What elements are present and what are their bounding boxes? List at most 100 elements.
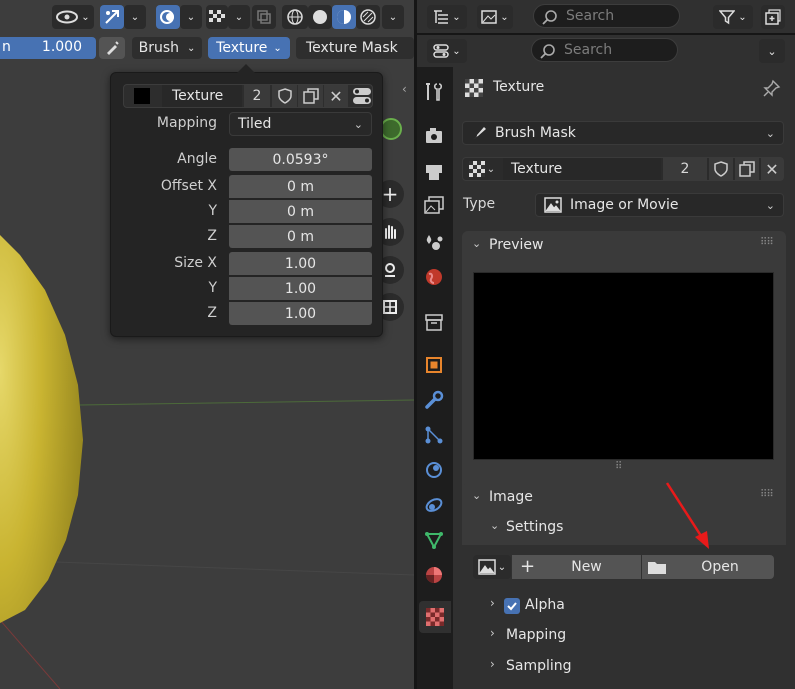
outliner-search-input[interactable]: Search: [533, 4, 680, 28]
tab-view-layer[interactable]: [423, 195, 445, 217]
offset-y-field[interactable]: 0 m: [229, 200, 372, 223]
chevron-down-icon: ⌄: [472, 489, 482, 502]
texture-mask-menu[interactable]: Texture Mask: [296, 37, 414, 59]
display-mode-dropdown[interactable]: ⌄: [477, 5, 513, 29]
editor-type-dropdown[interactable]: ⌄: [427, 5, 467, 29]
popover-texture-name[interactable]: Texture: [162, 85, 242, 107]
tab-data[interactable]: [423, 529, 445, 551]
popover-user-count[interactable]: 2: [244, 85, 270, 107]
alpha-subpanel-header[interactable]: › Alpha: [462, 593, 786, 619]
alpha-checkbox[interactable]: [504, 598, 520, 614]
chevron-right-icon: ›: [490, 626, 495, 640]
texture-user-count[interactable]: 2: [663, 158, 707, 180]
chevron-down-icon: ⌄: [81, 11, 90, 23]
browse-toggle-button[interactable]: [350, 85, 374, 107]
popover-mapping-label: Mapping: [156, 115, 217, 131]
tab-tool[interactable]: [423, 81, 445, 103]
wireframe-sphere-icon: [286, 8, 304, 26]
shading-material[interactable]: [332, 5, 356, 29]
visibility-dropdown[interactable]: ⌄: [52, 5, 94, 29]
new-image-button[interactable]: + New: [512, 555, 641, 579]
viewport[interactable]: ⌄ ⌄ ⌄ ⌄ ⌄ n 1.000 Brush ⌄ Texture ⌄ Text…: [0, 0, 414, 689]
pin-icon[interactable]: [763, 79, 781, 97]
properties-scrollbar[interactable]: [787, 67, 795, 689]
offset-x-field[interactable]: 0 m: [229, 175, 372, 198]
texture-menu[interactable]: Texture ⌄: [208, 37, 290, 59]
checkmark-icon: [507, 602, 517, 611]
offset-z-field[interactable]: 0 m: [229, 225, 372, 248]
texture-browse-button[interactable]: ⌄: [463, 158, 501, 180]
texture-duplicate-button[interactable]: [735, 158, 759, 180]
type-dropdown[interactable]: Image or Movie ⌄: [535, 193, 784, 217]
folder-icon: [647, 559, 667, 575]
unlink-button[interactable]: ✕: [324, 85, 348, 107]
size-x-field[interactable]: 1.00: [229, 252, 372, 275]
tab-constraints[interactable]: [423, 494, 445, 516]
tab-modifiers[interactable]: [423, 389, 445, 411]
tab-scene[interactable]: [423, 231, 445, 253]
sampling-subpanel-header[interactable]: › Sampling: [462, 654, 786, 680]
tab-render[interactable]: [423, 125, 445, 147]
tab-material[interactable]: [423, 564, 445, 586]
properties-search-input[interactable]: Search: [531, 38, 678, 62]
tab-collection[interactable]: [423, 311, 445, 333]
size-z-field[interactable]: 1.00: [229, 302, 372, 325]
texture-slot-value: Brush Mask: [495, 125, 576, 141]
pressure-toggle[interactable]: [99, 37, 125, 59]
shading-dropdown[interactable]: ⌄: [382, 5, 404, 29]
resize-handle-icon[interactable]: ⠿: [615, 461, 622, 472]
tab-object[interactable]: [423, 354, 445, 376]
image-stack-icon: [423, 195, 445, 217]
pen-pressure-icon: [104, 40, 120, 56]
xray-square-icon: [257, 10, 271, 24]
tab-physics[interactable]: [423, 459, 445, 481]
properties-editor-type[interactable]: ⌄: [427, 39, 467, 63]
overlays-toggle[interactable]: [156, 5, 180, 29]
size-y-field[interactable]: 1.00: [229, 277, 372, 300]
drag-handle-icon[interactable]: ⠿⠿: [760, 489, 774, 500]
angle-field[interactable]: 0.0593°: [229, 148, 372, 171]
fake-user-button[interactable]: [272, 85, 297, 107]
toggle-xray-button[interactable]: [252, 5, 276, 29]
tab-texture[interactable]: [419, 601, 451, 633]
xray-dropdown[interactable]: ⌄: [228, 5, 250, 29]
filter-dropdown[interactable]: ⌄: [713, 5, 753, 29]
properties-tabs: [417, 67, 453, 689]
duplicate-button[interactable]: [298, 85, 323, 107]
image-actions-row: ⌄ + New Open: [462, 545, 786, 589]
image-subpanels: › Alpha › Mapping › Sampling: [462, 589, 786, 689]
texture-name-field[interactable]: Texture: [503, 158, 661, 180]
chevron-down-icon: ⌄: [353, 117, 363, 131]
brush-menu[interactable]: Brush ⌄: [132, 37, 202, 59]
chevron-down-icon: ⌄: [234, 11, 244, 23]
new-collection-button[interactable]: [761, 5, 785, 29]
texture-unlink-button[interactable]: ✕: [761, 158, 783, 180]
popover-mapping-dropdown[interactable]: Tiled ⌄: [229, 112, 372, 136]
sidebar-toggle-icon[interactable]: ‹: [402, 82, 414, 102]
yellow-sphere[interactable]: [0, 225, 90, 625]
mapping-subpanel-header[interactable]: › Mapping: [462, 623, 786, 649]
axis-y-gizmo[interactable]: [380, 118, 402, 140]
settings-subpanel-header[interactable]: ⌄ Settings: [462, 513, 786, 543]
texture-slot-dropdown[interactable]: Brush Mask ⌄: [462, 121, 784, 145]
properties-options-dropdown[interactable]: ⌄: [759, 39, 785, 63]
tab-output[interactable]: [423, 161, 445, 183]
drag-handle-icon[interactable]: ⠿⠿: [760, 237, 774, 248]
tab-particles[interactable]: [423, 424, 445, 446]
open-image-button[interactable]: Open: [642, 555, 774, 579]
shading-rendered[interactable]: [356, 5, 380, 29]
tab-world[interactable]: [423, 266, 445, 288]
image-browse-button[interactable]: ⌄: [473, 555, 511, 579]
image-panel-header[interactable]: ⌄ Image ⠿⠿: [462, 483, 786, 513]
texture-fake-user-button[interactable]: [709, 158, 733, 180]
strength-slider[interactable]: n 1.000: [0, 37, 96, 59]
gizmo-toggle[interactable]: [100, 5, 124, 29]
preview-panel-header[interactable]: ⌄ Preview ⠿⠿: [462, 231, 786, 261]
xray-toggle[interactable]: [206, 5, 228, 29]
texture-thumbnail[interactable]: [124, 85, 160, 107]
overlays-dropdown[interactable]: ⌄: [180, 5, 202, 29]
gizmo-dropdown[interactable]: ⌄: [124, 5, 146, 29]
shading-solid[interactable]: [308, 5, 332, 29]
shading-wireframe[interactable]: [282, 5, 308, 29]
type-label: Type: [463, 196, 496, 212]
